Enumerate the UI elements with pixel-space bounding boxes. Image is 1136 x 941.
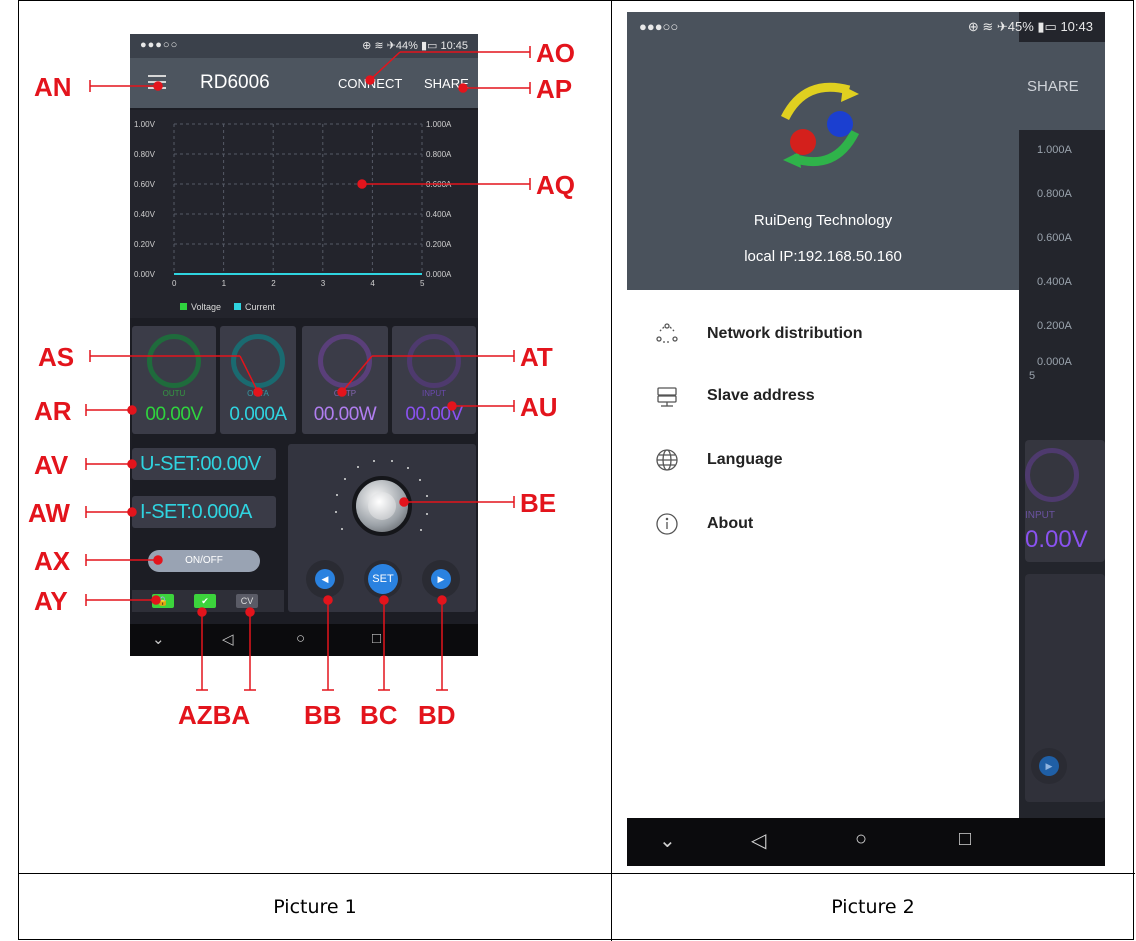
callout-as: AS [38,342,75,372]
menu-item-network-distribution[interactable]: Network distribution [627,314,1019,354]
background-knob-panel: ▶ [1025,574,1105,802]
background-right-arrow-icon: ▶ [1039,756,1059,776]
navigation-drawer: RuiDeng Technology local IP:192.168.50.1… [627,12,1019,818]
callout-be: BE [520,488,557,518]
callout-an: AN [34,72,72,102]
background-right-arrow-button: ▶ [1031,748,1067,784]
menu-item-label: Language [707,451,783,468]
menu-item-label: About [707,515,754,532]
bg-tick: 0.600A [1037,232,1072,244]
callout-ap: AP [536,74,573,104]
background-share-button: SHARE [1027,78,1079,95]
server-icon [657,387,677,407]
signal-icon: ●●●○○ [639,19,679,34]
bg-tick: 0.800A [1037,188,1072,200]
callout-aw: AW [28,498,70,528]
background-input-tile: INPUT 0.00V [1025,440,1105,562]
callout-bc: BC [360,700,398,730]
callout-au: AU [520,392,558,422]
phone-screenshot-2: SHARE 1.000A 0.800A 0.600A 0.400A 0.200A… [627,12,1105,866]
status-indicators: ⊕ ≋ ✈45% ▮▭ 10:43 [967,19,1093,34]
callout-azba: AZBA [178,700,251,730]
company-name: RuiDeng Technology [753,212,893,229]
info-icon [656,513,678,535]
network-icon [656,323,678,343]
menu-item-label: Slave address [707,387,815,404]
callout-bd: BD [418,700,456,730]
bg-tick: 1.000A [1037,144,1072,156]
nav-down-icon[interactable]: ⌄ [659,828,676,853]
local-ip: local IP:192.168.50.160 [744,248,902,265]
callout-aq: AQ [536,170,575,200]
bg-x-tick: 5 [1029,370,1036,382]
nav-back-icon[interactable]: ◁ [751,828,766,853]
background-input-label: INPUT [1025,510,1055,521]
menu-item-label: Network distribution [707,325,863,342]
background-input-ring [1025,448,1079,502]
callout-ao: AO [536,38,575,68]
bg-tick: 0.000A [1037,356,1072,368]
menu-item-about[interactable]: About [627,504,1019,544]
callout-ax: AX [34,546,71,576]
globe-icon [656,449,678,471]
callout-ay: AY [34,586,68,616]
callout-at: AT [520,342,553,372]
nav-home-icon[interactable]: ○ [855,828,867,851]
callout-ar: AR [34,396,72,426]
drawer-header: RuiDeng Technology local IP:192.168.50.1… [627,12,1019,290]
menu-item-language[interactable]: Language [627,440,1019,480]
background-input-value: 0.00V [1025,526,1088,553]
status-bar-2: ●●●○○ ⊕ ≋ ✈45% ▮▭ 10:43 [627,12,1105,42]
menu-item-slave-address[interactable]: Slave address [627,376,1019,416]
android-nav-bar-2: ⌄ ◁ ○ □ [627,818,1105,866]
callout-bb: BB [304,700,342,730]
nav-recent-icon[interactable]: □ [959,828,971,851]
bg-tick: 0.400A [1037,276,1072,288]
bg-tick: 0.200A [1037,320,1072,332]
callout-av: AV [34,450,69,480]
